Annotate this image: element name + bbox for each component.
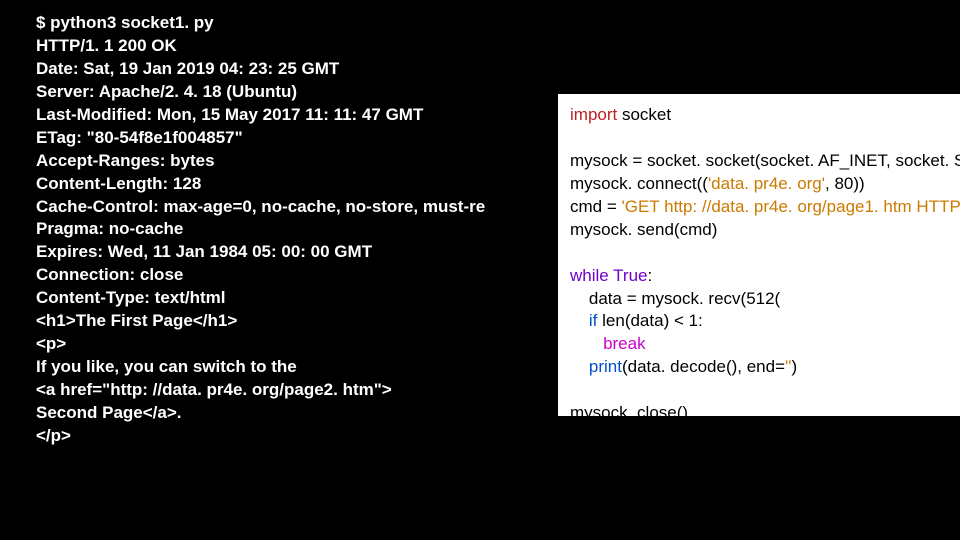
string-literal: 'data. pr4e. org' bbox=[708, 174, 825, 193]
code-text: len(data) < 1: bbox=[597, 311, 702, 330]
code-text: mysock. close() bbox=[570, 403, 688, 416]
terminal-line: <a href="http: //data. pr4e. org/page2. … bbox=[36, 379, 485, 402]
code-text: data = mysock. recv(512( bbox=[570, 289, 780, 308]
terminal-line: Second Page</a>. bbox=[36, 402, 485, 425]
code-text: mysock. send(cmd) bbox=[570, 220, 717, 239]
terminal-line: If you like, you can switch to the bbox=[36, 356, 485, 379]
kw-while: while bbox=[570, 266, 613, 285]
terminal-output: $ python3 socket1. py HTTP/1. 1 200 OK D… bbox=[36, 12, 485, 448]
terminal-line: <p> bbox=[36, 333, 485, 356]
kw-import: import bbox=[570, 105, 617, 124]
terminal-line: Content-Type: text/html bbox=[36, 287, 485, 310]
terminal-line: Server: Apache/2. 4. 18 (Ubuntu) bbox=[36, 81, 485, 104]
terminal-line: Connection: close bbox=[36, 264, 485, 287]
terminal-line: </p> bbox=[36, 425, 485, 448]
code-text bbox=[570, 357, 589, 376]
terminal-line: Date: Sat, 19 Jan 2019 04: 23: 25 GMT bbox=[36, 58, 485, 81]
kw-print: print bbox=[589, 357, 622, 376]
terminal-line: Pragma: no-cache bbox=[36, 218, 485, 241]
terminal-line: Last-Modified: Mon, 15 May 2017 11: 11: … bbox=[36, 104, 485, 127]
terminal-line: Accept-Ranges: bytes bbox=[36, 150, 485, 173]
terminal-line: HTTP/1. 1 200 OK bbox=[36, 35, 485, 58]
terminal-line: Cache-Control: max-age=0, no-cache, no-s… bbox=[36, 196, 485, 219]
terminal-line: Content-Length: 128 bbox=[36, 173, 485, 196]
code-text: socket bbox=[617, 105, 671, 124]
kw-break: break bbox=[603, 334, 646, 353]
code-text: mysock. connect(( bbox=[570, 174, 708, 193]
terminal-line: Expires: Wed, 11 Jan 1984 05: 00: 00 GMT bbox=[36, 241, 485, 264]
code-text: ) bbox=[792, 357, 798, 376]
code-text: , 80)) bbox=[825, 174, 865, 193]
code-box: import socket mysock = socket. socket(so… bbox=[558, 94, 960, 416]
code-text: (data. decode(), end= bbox=[622, 357, 785, 376]
terminal-line: <h1>The First Page</h1> bbox=[36, 310, 485, 333]
string-literal: 'GET http: //data. pr4e. org/page1. htm … bbox=[622, 197, 960, 216]
code-text: cmd = bbox=[570, 197, 622, 216]
code-text bbox=[570, 311, 589, 330]
code-text: mysock = socket. socket(socket. AF_INET,… bbox=[570, 151, 960, 170]
kw-true: True bbox=[613, 266, 647, 285]
code-text: : bbox=[647, 266, 652, 285]
terminal-line: ETag: "80-54f8e1f004857" bbox=[36, 127, 485, 150]
code-text bbox=[570, 334, 603, 353]
terminal-line: $ python3 socket1. py bbox=[36, 12, 485, 35]
